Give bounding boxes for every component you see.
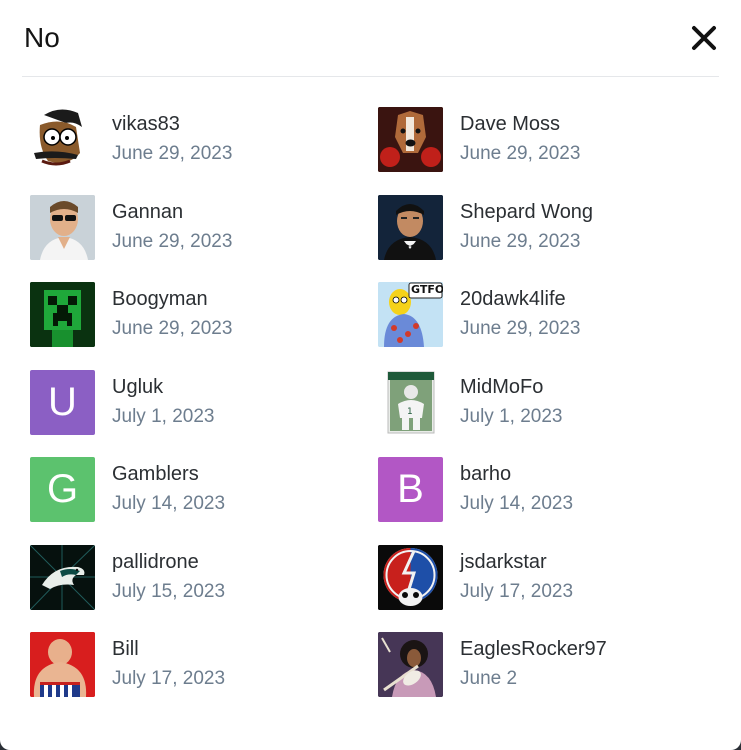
username[interactable]: Gannan — [112, 200, 232, 224]
reaction-date: July 14, 2023 — [112, 493, 226, 514]
modal-header: No — [22, 0, 719, 77]
reaction-date: July 17, 2023 — [112, 668, 226, 689]
list-item[interactable]: 1 MidMoFo July 1, 2023 — [378, 369, 720, 458]
username[interactable]: barho — [460, 462, 573, 486]
sunglasses-man-avatar[interactable] — [30, 194, 95, 260]
username[interactable]: 20dawk4life — [460, 287, 580, 311]
reaction-date: June 29, 2023 — [112, 230, 233, 252]
username[interactable]: Gamblers — [112, 462, 225, 486]
reactions-modal: No vikas83 June 29, 2023 Dave Moss June … — [0, 0, 741, 750]
list-item[interactable]: B barho July 14, 2023 — [378, 457, 720, 545]
modal-title: No — [24, 22, 60, 53]
letter-avatar[interactable]: U — [30, 369, 95, 435]
football-card-avatar[interactable]: 1 — [378, 369, 443, 435]
username[interactable]: Boogyman — [112, 287, 232, 311]
list-item[interactable]: Dave Moss June 29, 2023 — [378, 107, 720, 195]
avatar-letter: G — [46, 467, 79, 511]
cartoon-face-avatar[interactable] — [30, 107, 95, 172]
list-item[interactable]: Bill July 17, 2023 — [30, 632, 378, 720]
list-item[interactable]: U Ugluk July 1, 2023 — [30, 369, 378, 458]
reaction-date: July 1, 2023 — [460, 405, 563, 427]
reaction-date: June 29, 2023 — [460, 318, 581, 339]
close-icon — [692, 26, 716, 50]
list-item[interactable]: EaglesRocker97 June 2 — [378, 632, 720, 720]
list-item[interactable]: G Gamblers July 14, 2023 — [30, 457, 378, 545]
list-item[interactable]: GTFO 20dawk4life June 29, 2023 — [378, 282, 720, 370]
username[interactable]: Shepard Wong — [460, 200, 593, 224]
avatar-letter: B — [397, 467, 424, 511]
username[interactable]: Bill — [112, 637, 225, 661]
username[interactable]: Dave Moss — [460, 112, 580, 136]
list-item[interactable]: vikas83 June 29, 2023 — [30, 107, 378, 195]
eagle-logo-avatar[interactable] — [30, 544, 95, 610]
reaction-date: July 14, 2023 — [460, 493, 574, 514]
gtfo-cartoon-avatar[interactable]: GTFO — [378, 282, 443, 347]
list-item[interactable]: Boogyman June 29, 2023 — [30, 282, 378, 370]
list-item[interactable]: pallidrone July 15, 2023 — [30, 544, 378, 633]
list-item[interactable]: Gannan June 29, 2023 — [30, 194, 378, 283]
sumo-avatar[interactable] — [30, 632, 95, 697]
reaction-date: June 2 — [460, 668, 518, 689]
reaction-date: June 29, 2023 — [460, 143, 581, 164]
reaction-date: July 1, 2023 — [112, 405, 215, 427]
list-item[interactable]: Shepard Wong June 29, 2023 — [378, 194, 720, 283]
steal-your-face-avatar[interactable] — [378, 544, 443, 610]
reaction-date: July 15, 2023 — [112, 580, 226, 602]
username[interactable]: pallidrone — [112, 550, 225, 574]
username[interactable]: EaglesRocker97 — [460, 637, 607, 661]
username[interactable]: Ugluk — [112, 375, 214, 399]
letter-avatar[interactable]: G — [30, 457, 95, 522]
user-list: vikas83 June 29, 2023 Dave Moss June 29,… — [30, 107, 720, 720]
username[interactable]: jsdarkstar — [460, 550, 573, 574]
reaction-date: June 29, 2023 — [112, 143, 233, 164]
username[interactable]: vikas83 — [112, 112, 232, 136]
boxer-dog-avatar[interactable] — [378, 107, 443, 172]
svg-text:1: 1 — [407, 407, 413, 417]
guitarist-avatar[interactable] — [378, 632, 443, 697]
reaction-date: June 29, 2023 — [112, 318, 233, 339]
reaction-date: June 29, 2023 — [460, 230, 581, 252]
creeper-avatar[interactable] — [30, 282, 95, 347]
list-item[interactable]: jsdarkstar July 17, 2023 — [378, 544, 720, 633]
letter-avatar[interactable]: B — [378, 457, 443, 522]
reaction-date: July 17, 2023 — [460, 580, 574, 602]
close-button[interactable] — [691, 25, 717, 51]
avatar-letter: U — [48, 379, 77, 424]
username[interactable]: MidMoFo — [460, 375, 562, 399]
bowtie-man-avatar[interactable] — [378, 194, 443, 260]
gtfo-label: GTFO — [411, 283, 443, 296]
